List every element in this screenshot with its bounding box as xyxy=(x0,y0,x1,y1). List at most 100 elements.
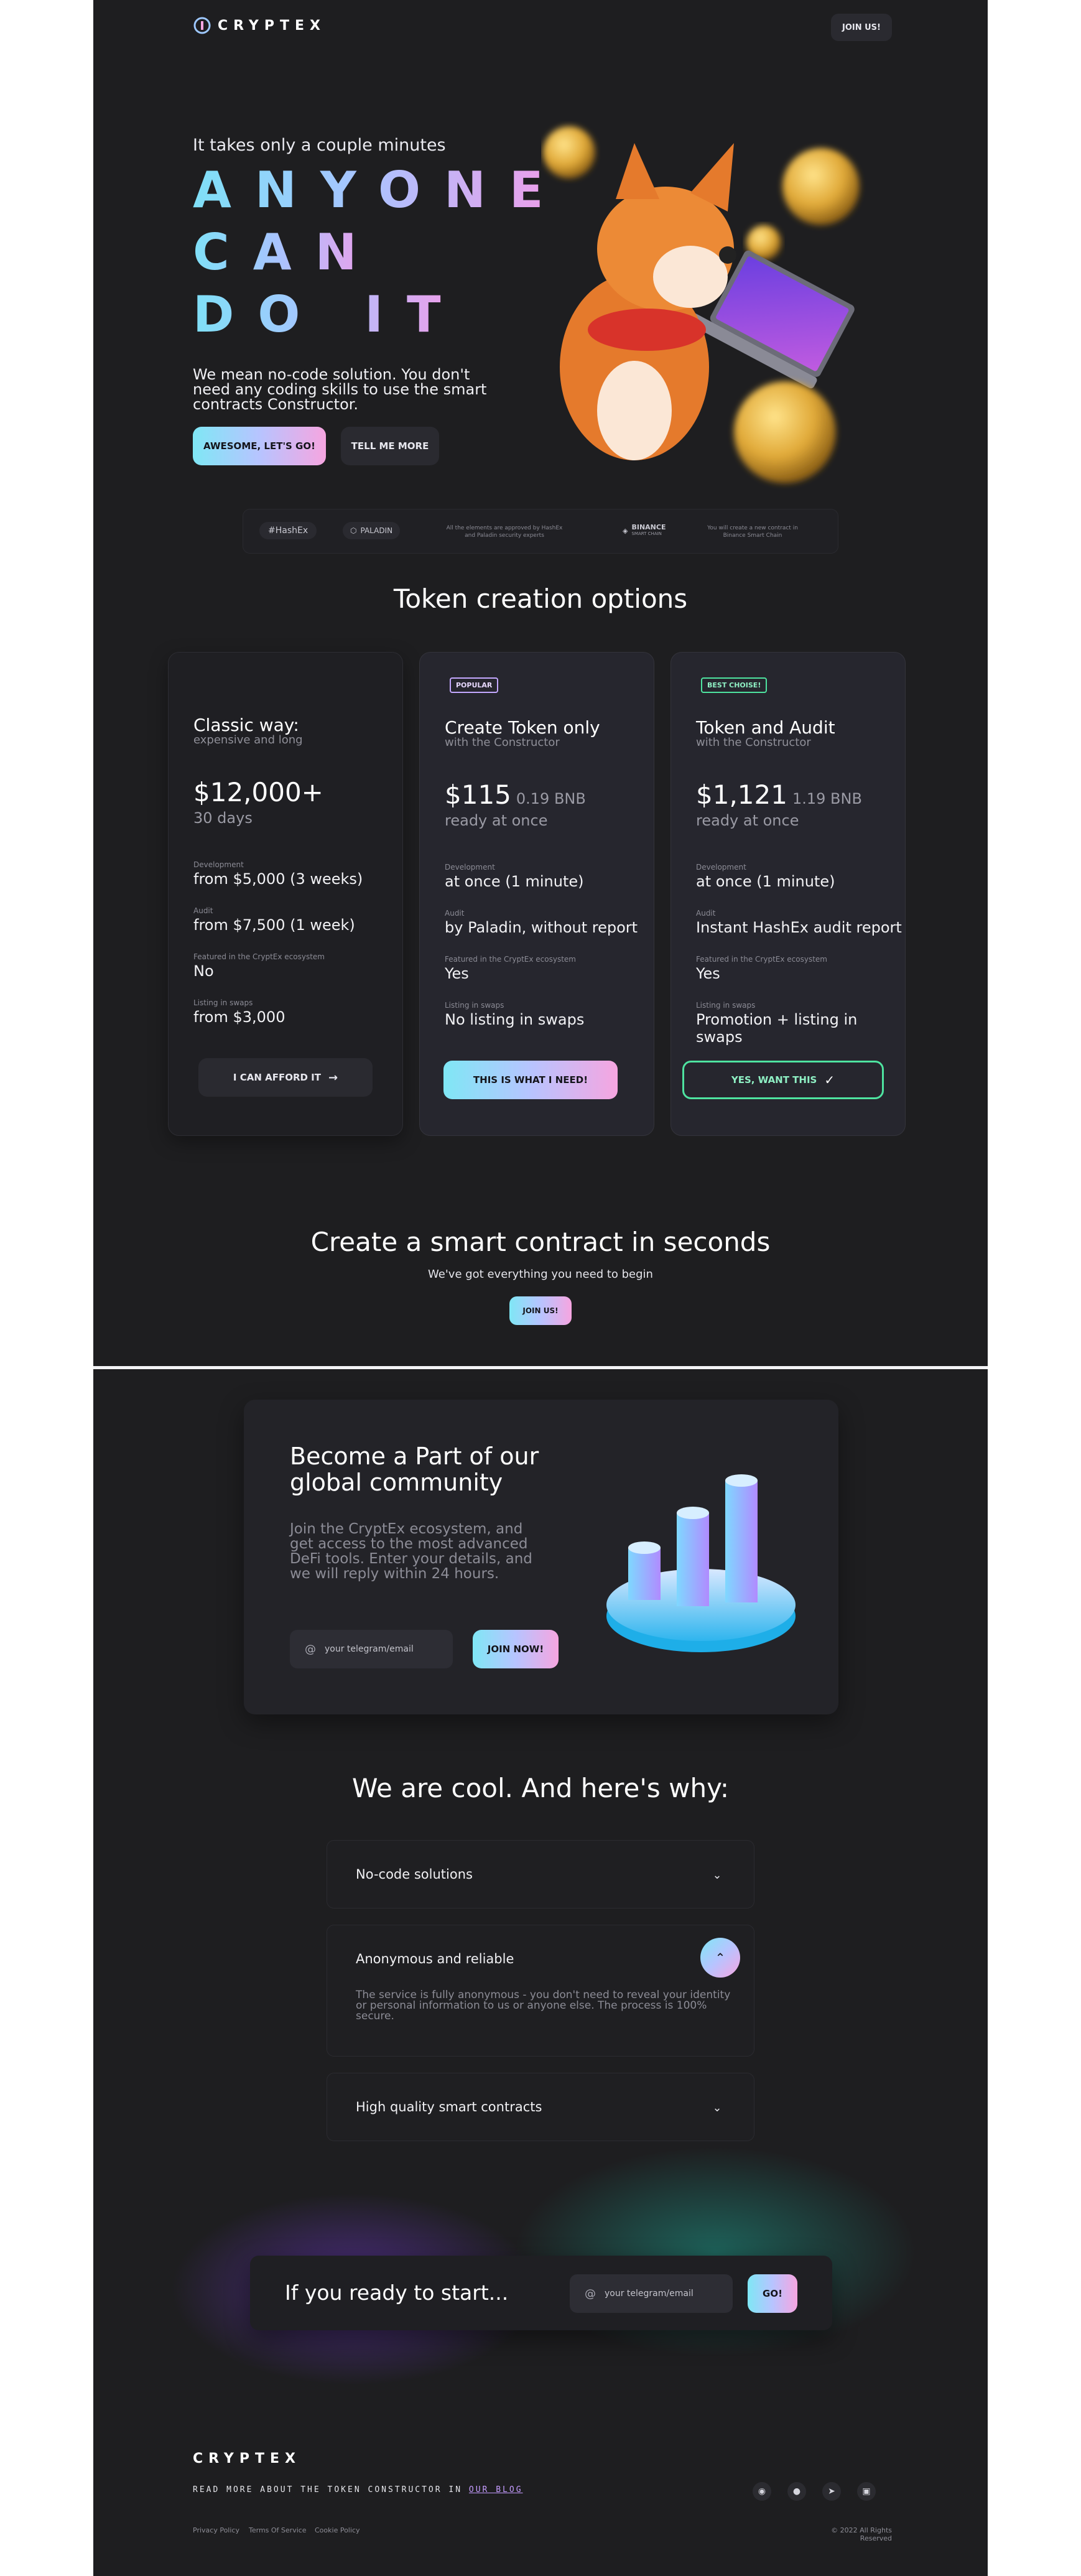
eye-icon[interactable]: ◉ xyxy=(753,2482,771,2501)
hero-secondary-button[interactable]: TELL ME MORE xyxy=(341,427,439,465)
dog xyxy=(560,143,736,460)
hero-headline-line-1: ANYONE xyxy=(193,161,567,219)
header: CRYPTEX JOIN US! xyxy=(93,0,988,56)
price-usd: $115 xyxy=(445,779,511,810)
featured-label: Featured in the CryptEx ecosystem xyxy=(696,955,827,964)
at-icon: @ xyxy=(585,2287,596,2300)
audit-value: by Paladin, without report xyxy=(445,919,638,936)
community-text: Join the CryptEx ecosystem, and get acce… xyxy=(290,1521,532,1582)
terms-link[interactable]: Terms Of Service xyxy=(249,2526,307,2534)
option-card-price: $1,121 1.19 BNB xyxy=(696,779,862,810)
option-card-price: $115 0.19 BNB xyxy=(445,779,586,810)
featured-label: Featured in the CryptEx ecosystem xyxy=(193,952,325,961)
listing-value: Promotion + listing in swaps xyxy=(696,1011,858,1046)
option-card-price: $12,000+ xyxy=(193,777,323,807)
start-input[interactable]: @ your telegram/email xyxy=(570,2274,733,2313)
faq-question: No-code solutions xyxy=(356,1867,473,1882)
partner-paladin: ⬡ PALADIN xyxy=(343,522,401,539)
community-input[interactable]: @ your telegram/email xyxy=(290,1630,453,1668)
featured-label: Featured in the CryptEx ecosystem xyxy=(445,955,576,964)
privacy-link[interactable]: Privacy Policy xyxy=(193,2526,239,2534)
why-title: We are cool. And here's why: xyxy=(351,1773,730,1803)
partner-paladin-label: PALADIN xyxy=(360,526,393,535)
community-input-placeholder: your telegram/email xyxy=(325,1644,414,1654)
option-card-time: ready at once xyxy=(445,812,548,829)
at-icon: @ xyxy=(305,1642,316,1656)
listing-label: Listing in swaps xyxy=(696,1001,756,1010)
smart-join-button[interactable]: JOIN US! xyxy=(509,1296,572,1325)
token-only-button[interactable]: THIS IS WHAT I NEED! xyxy=(443,1061,618,1099)
page: CRYPTEX JOIN US! It takes only a couple … xyxy=(93,0,988,2576)
option-card-title: Token and Audit xyxy=(696,717,835,738)
partners-bar: # HashEx ⬡ PALADIN All the elements are a… xyxy=(243,509,838,554)
footer-blog-text: READ MORE ABOUT THE TOKEN CONSTRUCTOR IN xyxy=(193,2485,463,2495)
development-label: Development xyxy=(193,860,244,869)
audit-label: Audit xyxy=(445,909,465,918)
option-card-token-only: POPULAR Create Token only with the Const… xyxy=(419,652,654,1136)
chevron-up-icon[interactable]: ⌃ xyxy=(700,1938,740,1978)
featured-value: Yes xyxy=(696,965,720,982)
community-card: Become a Part of our global community Jo… xyxy=(244,1400,838,1714)
binance-icon: ◈ xyxy=(623,526,628,535)
option-card-time: ready at once xyxy=(696,812,799,829)
cookie-link[interactable]: Cookie Policy xyxy=(315,2526,360,2534)
faq-question: Anonymous and reliable xyxy=(356,1951,514,1966)
listing-label: Listing in swaps xyxy=(445,1001,504,1010)
check-icon: ✓ xyxy=(824,1072,835,1087)
section-divider xyxy=(93,1366,988,1369)
price-bnb: 1.19 BNB xyxy=(792,790,862,807)
hero-primary-button[interactable]: AWESOME, LET'S GO! xyxy=(193,427,326,465)
audit-label: Audit xyxy=(696,909,716,918)
arrow-right-icon: → xyxy=(328,1071,338,1084)
faq-question: High quality smart contracts xyxy=(356,2099,542,2114)
smart-subtitle: We've got everything you need to begin xyxy=(428,1268,653,1281)
audit-value: Instant HashEx audit report xyxy=(696,919,902,936)
community-title: Become a Part of our global community xyxy=(290,1443,539,1496)
best-choice-badge: BEST CHOISE! xyxy=(701,677,768,693)
faq-answer: The service is fully anonymous - you don… xyxy=(356,1989,731,2022)
footer-logo[interactable]: CRYPTEX xyxy=(193,2451,301,2467)
hero-headline-line-3: DO IT xyxy=(193,286,465,343)
community-join-button[interactable]: JOIN NOW! xyxy=(473,1630,559,1668)
footer-blog: READ MORE ABOUT THE TOKEN CONSTRUCTOR IN… xyxy=(193,2485,523,2495)
listing-value: from $3,000 xyxy=(193,1008,285,1026)
option-card-subtitle: with the Constructor xyxy=(445,736,560,749)
hero-kicker: It takes only a couple minutes xyxy=(193,136,446,155)
start-input-placeholder: your telegram/email xyxy=(605,2289,694,2299)
faq-item-no-code[interactable]: No-code solutions ⌄ xyxy=(327,1840,754,1909)
option-card-token-audit: BEST CHOISE! Token and Audit with the Co… xyxy=(670,652,906,1136)
featured-value: Yes xyxy=(445,965,469,982)
option-card-subtitle: expensive and long xyxy=(193,733,303,746)
development-value: from $5,000 (3 weeks) xyxy=(193,870,363,888)
option-card-subtitle: with the Constructor xyxy=(696,736,811,749)
logo[interactable]: CRYPTEX xyxy=(193,16,326,35)
discord-icon[interactable]: ● xyxy=(787,2482,806,2501)
hero-illustration xyxy=(541,118,877,504)
development-label: Development xyxy=(445,863,495,872)
start-go-button[interactable]: GO! xyxy=(748,2274,797,2313)
footer-blog-link[interactable]: OUR BLOG xyxy=(469,2485,523,2495)
development-label: Development xyxy=(696,863,746,872)
copyright: © 2022 All Rights Reserved xyxy=(831,2526,892,2542)
coin-4 xyxy=(734,381,836,483)
partner-hashex-label: HashEx xyxy=(275,526,309,536)
afford-button-label: I CAN AFFORD IT xyxy=(233,1072,321,1083)
listing-label: Listing in swaps xyxy=(193,998,253,1007)
partner-paladin-note: All the elements are approved by HashEx … xyxy=(446,525,563,539)
afford-button[interactable]: I CAN AFFORD IT → xyxy=(198,1058,373,1097)
development-value: at once (1 minute) xyxy=(445,873,584,890)
chevron-down-icon[interactable]: ⌄ xyxy=(708,1866,726,1884)
medium-icon[interactable]: ▣ xyxy=(857,2482,876,2501)
popular-badge: POPULAR xyxy=(450,677,499,693)
faq-item-anonymous[interactable]: Anonymous and reliable ⌃ The service is … xyxy=(327,1925,754,2057)
telegram-icon[interactable]: ➤ xyxy=(822,2482,841,2501)
option-card-title: Classic way: xyxy=(193,715,299,735)
footer xyxy=(93,2416,988,2576)
join-us-button[interactable]: JOIN US! xyxy=(831,14,892,41)
chevron-down-icon[interactable]: ⌄ xyxy=(708,2098,726,2117)
options-title: Token creation options xyxy=(393,584,688,614)
smart-title: Create a smart contract in seconds xyxy=(310,1227,771,1257)
hero-headline-line-2: CAN xyxy=(193,223,381,281)
token-audit-button[interactable]: YES, WANT THIS ✓ xyxy=(682,1061,884,1099)
option-card-title: Create Token only xyxy=(445,717,600,738)
